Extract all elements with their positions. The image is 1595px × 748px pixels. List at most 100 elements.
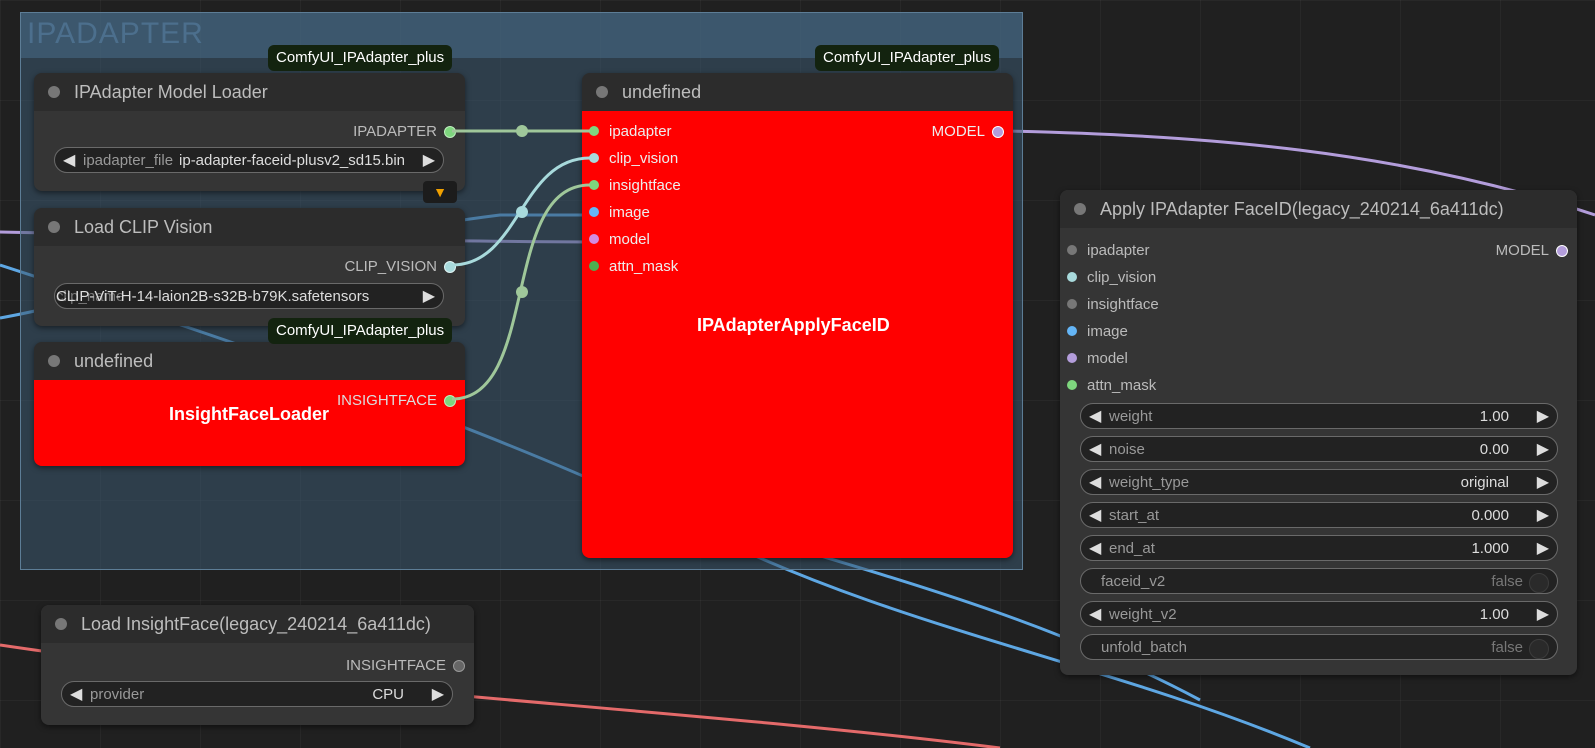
input-slot-insightface[interactable] (1067, 299, 1077, 309)
node-ipadapter-apply-faceid-missing[interactable]: undefined ipadapter clip_vision insightf… (582, 73, 1013, 558)
right-arrow-icon[interactable]: ▶ (423, 286, 435, 306)
output-slot-model[interactable] (1556, 245, 1568, 257)
node-ipadapter-model-loader[interactable]: IPAdapter Model Loader IPADAPTER ◀ ipada… (34, 73, 465, 203)
input-slot-image[interactable] (589, 207, 599, 217)
input-slot-attn-mask[interactable] (1067, 380, 1077, 390)
widget-label: end_at (1109, 540, 1155, 557)
toggle-knob-icon[interactable] (1529, 573, 1549, 593)
input-label: model (609, 231, 650, 248)
input-label: ipadapter (609, 123, 672, 140)
input-slot-attn-mask[interactable] (589, 261, 599, 271)
node-load-insightface[interactable]: Load InsightFace(legacy_240214_6a411dc) … (41, 605, 474, 725)
left-arrow-icon[interactable]: ◀ (70, 684, 82, 704)
output-slot-insightface[interactable] (444, 395, 456, 407)
collapse-dot-icon[interactable] (55, 618, 67, 630)
widget-value: 1.00 (1479, 606, 1509, 623)
widget-value: false (1491, 573, 1523, 590)
node-load-clip-vision[interactable]: Load CLIP Vision CLIP_VISION clip_name C… (34, 208, 465, 326)
weight-v2-slider[interactable]: ◀ weight_v2 1.00 ▶ (1080, 601, 1558, 627)
node-title-bar[interactable]: Load InsightFace(legacy_240214_6a411dc) (41, 605, 474, 643)
input-slot-clip-vision[interactable] (589, 153, 599, 163)
left-arrow-icon[interactable]: ◀ (1089, 538, 1101, 558)
widget-value: ip-adapter-faceid-plusv2_sd15.bin (179, 152, 405, 169)
left-arrow-icon[interactable]: ◀ (1089, 505, 1101, 525)
right-arrow-icon[interactable]: ▶ (1537, 538, 1549, 558)
input-slot-ipadapter[interactable] (1067, 245, 1077, 255)
node-insightface-loader-missing[interactable]: undefined INSIGHTFACE InsightFaceLoader (34, 342, 465, 466)
right-arrow-icon[interactable]: ▶ (432, 684, 444, 704)
right-arrow-icon[interactable]: ▶ (423, 150, 435, 170)
collapse-dot-icon[interactable] (1074, 203, 1086, 215)
noise-slider[interactable]: ◀ noise 0.00 ▶ (1080, 436, 1558, 462)
toggle-knob-icon[interactable] (1529, 639, 1549, 659)
node-type-label: InsightFaceLoader (169, 404, 330, 424)
input-slot-ipadapter[interactable] (589, 126, 599, 136)
left-arrow-icon[interactable]: ◀ (1089, 604, 1101, 624)
ipadapter-file-select[interactable]: ◀ ipadapter_file ip-adapter-faceid-plusv… (54, 147, 444, 173)
collapse-dot-icon[interactable] (48, 355, 60, 367)
input-label: attn_mask (1087, 377, 1157, 394)
left-arrow-icon[interactable]: ◀ (1089, 472, 1101, 492)
input-label: clip_vision (1087, 269, 1157, 286)
clip-name-select[interactable]: clip_name CLIP-ViT-H-14-laion2B-s32B-b79… (54, 283, 444, 309)
widget-value: 0.00 (1479, 441, 1509, 458)
node-title-bar[interactable]: Apply IPAdapter FaceID(legacy_240214_6a4… (1060, 190, 1577, 228)
provider-select[interactable]: ◀ provider CPU ▶ (61, 681, 453, 707)
widget-value: false (1491, 639, 1523, 656)
node-title-bar[interactable]: undefined (582, 73, 1013, 111)
node-title-bar[interactable]: Load CLIP Vision (34, 208, 465, 246)
widget-label: start_at (1109, 507, 1160, 524)
output-slot-model[interactable] (992, 126, 1004, 138)
output-slot-insightface[interactable] (453, 660, 465, 672)
left-arrow-icon[interactable]: ◀ (1089, 439, 1101, 459)
widget-value: CLIP-ViT-H-14-laion2B-s32B-b79K.safetens… (56, 288, 370, 305)
input-slot-insightface[interactable] (589, 180, 599, 190)
input-label: image (1087, 323, 1128, 340)
left-arrow-icon[interactable]: ◀ (63, 150, 75, 170)
faceid-v2-toggle[interactable]: faceid_v2 false (1080, 568, 1558, 594)
output-slot-ipadapter[interactable] (444, 126, 456, 138)
right-arrow-icon[interactable]: ▶ (1537, 406, 1549, 426)
widget-label: provider (90, 686, 145, 703)
node-apply-ipadapter-faceid[interactable]: Apply IPAdapter FaceID(legacy_240214_6a4… (1060, 190, 1577, 675)
left-arrow-icon[interactable]: ◀ (1089, 406, 1101, 426)
right-arrow-icon[interactable]: ▶ (1537, 505, 1549, 525)
node-title: Load CLIP Vision (74, 217, 213, 237)
input-slot-clip-vision[interactable] (1067, 272, 1077, 282)
widget-value: 0.000 (1471, 507, 1509, 524)
node-title-bar[interactable]: undefined (34, 342, 465, 380)
end-at-slider[interactable]: ◀ end_at 1.000 ▶ (1080, 535, 1558, 561)
collapse-dot-icon[interactable] (596, 86, 608, 98)
node-title: IPAdapter Model Loader (74, 82, 268, 102)
output-label-model: MODEL (1495, 242, 1549, 259)
unfold-batch-toggle[interactable]: unfold_batch false (1080, 634, 1558, 660)
fox-icon: ▼ (423, 181, 457, 203)
package-badge: ComfyUI_IPAdapter_plus (815, 45, 1000, 71)
input-label: ipadapter (1087, 242, 1150, 259)
weight-type-select[interactable]: ◀ weight_type original ▶ (1080, 469, 1558, 495)
output-label-ipadapter: IPADAPTER (353, 123, 437, 140)
input-slot-image[interactable] (1067, 326, 1077, 336)
weight-slider[interactable]: ◀ weight 1.00 ▶ (1080, 403, 1558, 429)
output-label-insightface: INSIGHTFACE (345, 657, 446, 674)
node-title: Apply IPAdapter FaceID(legacy_240214_6a4… (1100, 199, 1504, 219)
right-arrow-icon[interactable]: ▶ (1537, 439, 1549, 459)
widget-value: CPU (372, 686, 404, 703)
node-title-bar[interactable]: IPAdapter Model Loader (34, 73, 465, 111)
right-arrow-icon[interactable]: ▶ (1537, 472, 1549, 492)
input-label: clip_vision (609, 150, 679, 167)
collapse-dot-icon[interactable] (48, 221, 60, 233)
output-slot-clip-vision[interactable] (444, 261, 456, 273)
widget-label: faceid_v2 (1101, 573, 1166, 590)
start-at-slider[interactable]: ◀ start_at 0.000 ▶ (1080, 502, 1558, 528)
input-slot-model[interactable] (589, 234, 599, 244)
node-title: undefined (74, 351, 154, 371)
widget-label: weight_type (1109, 474, 1190, 491)
collapse-dot-icon[interactable] (48, 86, 60, 98)
widget-label: weight_v2 (1109, 606, 1177, 623)
input-slot-model[interactable] (1067, 353, 1077, 363)
right-arrow-icon[interactable]: ▶ (1537, 604, 1549, 624)
node-title: undefined (622, 82, 702, 102)
input-label: insightface (609, 177, 681, 194)
widget-value: 1.000 (1471, 540, 1509, 557)
